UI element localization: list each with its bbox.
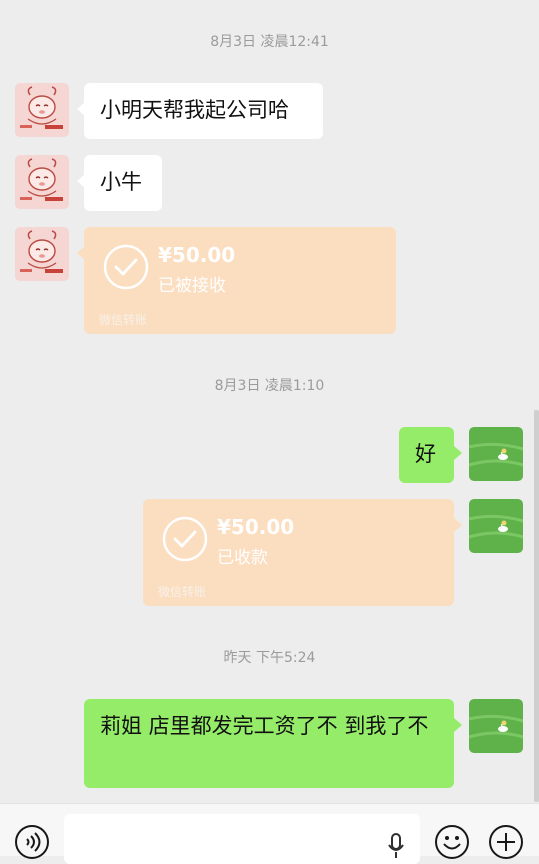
my-avatar[interactable] xyxy=(469,427,523,481)
message-bubble-incoming[interactable]: 小明天帮我起公司哈 xyxy=(77,83,323,139)
dragon-avatar-icon xyxy=(15,155,69,209)
check-circle-icon xyxy=(162,516,208,562)
message-bubble-incoming[interactable]: 小牛 xyxy=(77,155,162,211)
transfer-source: 微信转账 xyxy=(158,585,207,599)
transfer-amount: ¥50.00 xyxy=(217,515,295,539)
grass-avatar-icon xyxy=(469,427,523,481)
transfer-card-outgoing[interactable]: ¥50.00 已收款 微信转账 xyxy=(143,499,462,606)
message-text: 小明天帮我起公司哈 xyxy=(100,98,289,122)
check-circle-icon xyxy=(103,244,149,290)
transfer-amount: ¥50.00 xyxy=(158,243,236,267)
input-toolbar xyxy=(0,803,539,864)
contact-avatar[interactable] xyxy=(15,227,69,281)
transfer-source: 微信转账 xyxy=(99,313,148,327)
grass-avatar-icon xyxy=(469,499,523,553)
dragon-avatar-icon xyxy=(15,227,69,281)
contact-avatar[interactable] xyxy=(15,155,69,209)
message-input[interactable] xyxy=(64,814,420,864)
microphone-icon[interactable] xyxy=(386,832,406,860)
message-text: 小牛 xyxy=(100,170,142,194)
timestamp: 昨天 下午5:24 xyxy=(223,650,316,666)
dragon-avatar-icon xyxy=(15,83,69,137)
message-text: 莉姐 店里都发完工资了不 到我了不 xyxy=(100,714,429,738)
message-bubble-outgoing[interactable]: 莉姐 店里都发完工资了不 到我了不 xyxy=(84,699,462,788)
my-avatar[interactable] xyxy=(469,699,523,753)
message-bubble-outgoing[interactable]: 好 xyxy=(399,427,462,483)
contact-avatar[interactable] xyxy=(15,83,69,137)
transfer-status: 已被接收 xyxy=(158,276,226,296)
transfer-card-incoming[interactable]: ¥50.00 已被接收 微信转账 xyxy=(77,227,396,334)
my-avatar[interactable] xyxy=(469,499,523,553)
scrollbar[interactable] xyxy=(534,410,539,802)
grass-avatar-icon xyxy=(469,699,523,753)
transfer-status: 已收款 xyxy=(217,548,268,568)
timestamp: 8月3日 凌晨12:41 xyxy=(210,34,329,50)
timestamp: 8月3日 凌晨1:10 xyxy=(214,378,325,394)
message-text: 好 xyxy=(415,442,436,466)
